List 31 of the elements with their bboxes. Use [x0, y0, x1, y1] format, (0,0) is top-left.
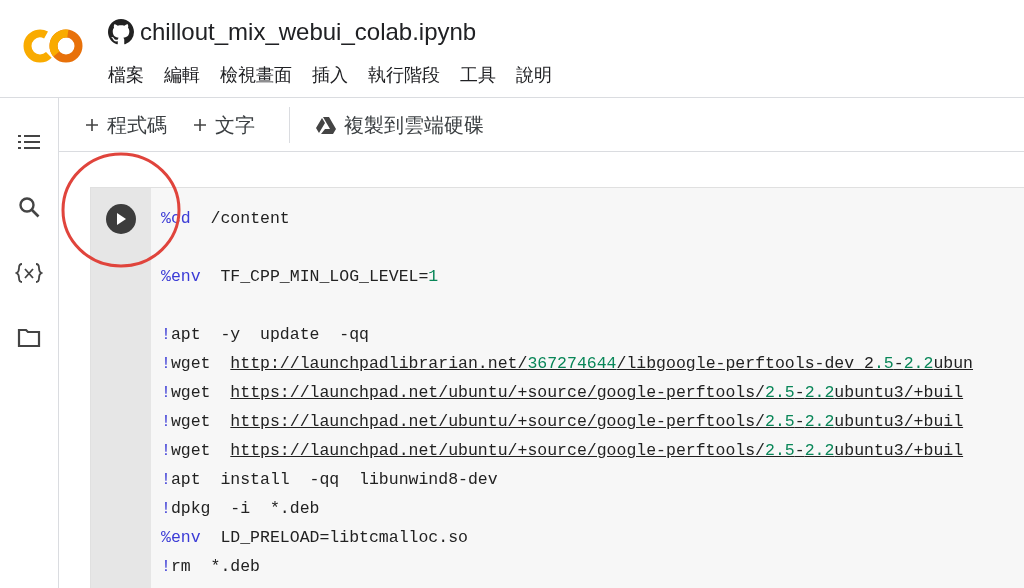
run-button[interactable] [106, 204, 136, 234]
menu-item[interactable]: 編輯 [164, 62, 200, 89]
code-line: !wget https://launchpad.net/ubuntu/+source/google-perftools/2.5-2.2ubuntu3/+buil [161, 382, 964, 404]
menu-item[interactable]: 工具 [460, 62, 496, 89]
search-icon[interactable] [18, 196, 40, 218]
code-line: !rm *.deb [161, 556, 261, 578]
code-line: %env LD_PRELOAD=libtcmalloc.so [161, 527, 468, 549]
code-line: !wget http://launchpadlibrarian.net/367274644/libgoogle-perftools-dev_2.5-2.2ubun [161, 353, 973, 375]
variables-icon[interactable] [15, 262, 43, 284]
menu-item[interactable]: 說明 [516, 62, 552, 89]
menu-item[interactable]: 檔案 [108, 62, 144, 89]
notebook-title[interactable]: chillout_mix_webui_colab.ipynb [140, 14, 477, 50]
toolbar-button[interactable]: 程式碼 [85, 109, 167, 140]
toolbar-button[interactable]: 文字 [193, 109, 255, 140]
play-icon [116, 213, 126, 225]
menu-item[interactable]: 插入 [312, 62, 348, 89]
menu-item[interactable]: 檢視畫面 [220, 62, 292, 89]
plus-icon [193, 117, 207, 132]
drive-icon [316, 115, 336, 134]
code-line: %env TF_CPP_MIN_LOG_LEVEL=1 [161, 266, 439, 288]
list-icon[interactable] [17, 132, 41, 152]
menu-item[interactable]: 執行階段 [368, 62, 440, 89]
plus-icon [85, 117, 99, 132]
github-icon [108, 19, 134, 45]
code-line: !wget https://launchpad.net/ubuntu/+source/google-perftools/2.5-2.2ubuntu3/+buil [161, 411, 964, 433]
code-line: !apt install -qq libunwind8-dev [161, 469, 498, 491]
code-line: !wget https://launchpad.net/ubuntu/+source/google-perftools/2.5-2.2ubuntu3/+buil [161, 440, 964, 462]
code-line: !dpkg -i *.deb [161, 498, 320, 520]
toolbar-button[interactable]: 複製到雲端硬碟 [316, 109, 484, 140]
code-line: !apt -y update -qq [161, 324, 369, 346]
folder-icon[interactable] [17, 328, 41, 348]
